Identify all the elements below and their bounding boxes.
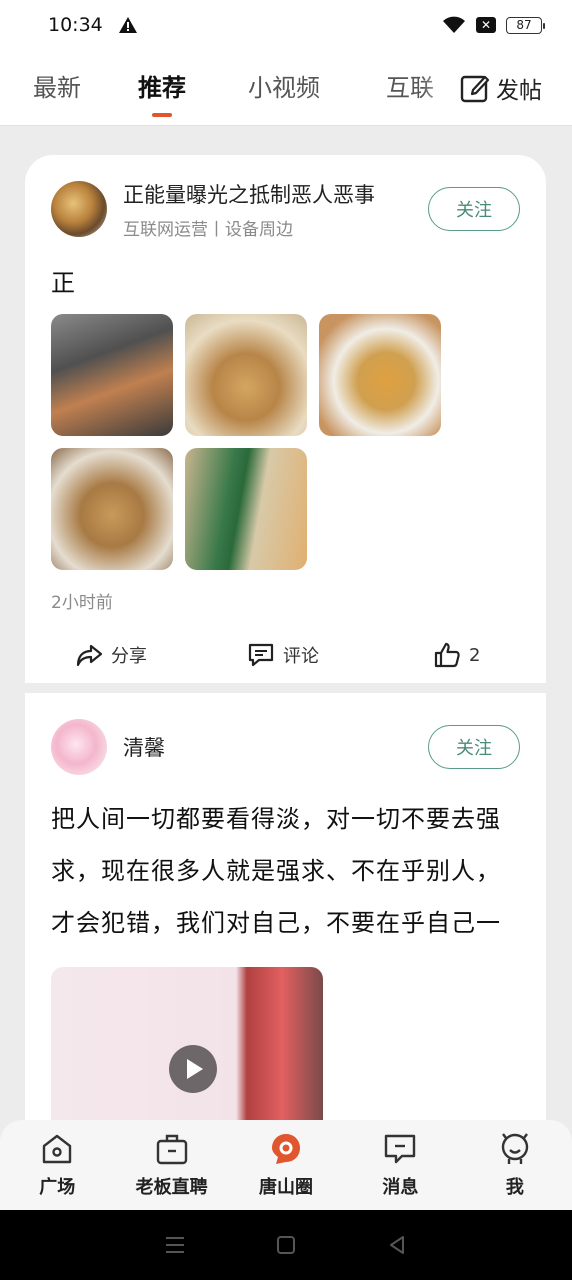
post-card[interactable]: 正能量曝光之抵制恶人恶事 互联网运营丨设备周边 关注 正 2小时前 分享 评论 (25, 155, 546, 683)
comment-button[interactable]: 评论 (247, 641, 319, 669)
play-icon[interactable] (169, 1045, 217, 1093)
like-button[interactable]: 2 (433, 641, 480, 669)
post-button[interactable]: 发帖 (460, 71, 542, 105)
nav-me[interactable]: 我 (458, 1120, 572, 1210)
tab-short-video[interactable]: 小视频 (248, 68, 320, 103)
image-grid (51, 314, 520, 570)
avatar[interactable] (51, 719, 107, 775)
post-image[interactable] (319, 314, 441, 436)
tab-recommended[interactable]: 推荐 (138, 68, 186, 103)
author-name[interactable]: 清馨 (123, 732, 428, 762)
post-actions: 分享 评论 2 (51, 613, 520, 697)
post-image[interactable] (51, 314, 173, 436)
feed: 正能量曝光之抵制恶人恶事 互联网运营丨设备周边 关注 正 2小时前 分享 评论 (25, 155, 546, 1153)
post-image[interactable] (185, 314, 307, 436)
share-button[interactable]: 分享 (75, 641, 147, 669)
nav-label: 唐山圈 (259, 1177, 314, 1198)
nav-tangshan-circle[interactable]: 唐山圈 (229, 1120, 343, 1210)
post-text: 把人间一切都要看得淡，对一切不要去强求，现在很多人就是强求、不在乎别人，才会犯错… (51, 805, 501, 937)
briefcase-icon (156, 1134, 187, 1165)
system-nav-bar (0, 1210, 572, 1280)
warning-icon (118, 17, 137, 33)
nav-label: 消息 (382, 1177, 419, 1198)
author-name[interactable]: 正能量曝光之抵制恶人恶事 (123, 179, 428, 209)
edit-icon (460, 75, 490, 103)
post-image[interactable] (51, 448, 173, 570)
post-card[interactable]: 清馨 关注 把人间一切都要看得淡，对一切不要去强求，现在很多人就是强求、不在乎别… (25, 693, 546, 1153)
back-icon[interactable] (385, 1233, 409, 1257)
circle-location-icon (272, 1134, 301, 1164)
post-image[interactable] (185, 448, 307, 570)
nav-boss-hiring[interactable]: 老板直聘 (114, 1120, 228, 1210)
home-icon (43, 1134, 72, 1164)
nav-label: 广场 (39, 1177, 76, 1198)
author-row: 清馨 关注 (51, 719, 520, 775)
nav-label: 我 (505, 1177, 524, 1198)
wifi-icon (443, 16, 465, 33)
share-label: 分享 (111, 646, 147, 667)
avatar[interactable] (51, 181, 107, 237)
post-time: 2小时前 (51, 593, 113, 613)
thumbs-up-icon (434, 642, 460, 668)
battery-icon: 87 (506, 16, 545, 34)
post-button-area: 发帖 (422, 50, 572, 125)
profile-icon (501, 1133, 529, 1164)
tab-latest[interactable]: 最新 (33, 68, 81, 103)
author-row: 正能量曝光之抵制恶人恶事 互联网运营丨设备周边 关注 (51, 179, 520, 240)
follow-button[interactable]: 关注 (428, 187, 520, 231)
message-icon (385, 1134, 416, 1164)
top-tabs: 最新 推荐 小视频 互联 发帖 (0, 50, 572, 126)
post-text: 正 (51, 269, 75, 297)
share-icon (76, 644, 103, 667)
author-subtitle: 互联网运营丨设备周边 (123, 219, 293, 240)
follow-button[interactable]: 关注 (428, 725, 520, 769)
author-info: 清馨 (123, 732, 428, 762)
menu-icon[interactable] (163, 1233, 187, 1257)
nav-messages[interactable]: 消息 (343, 1120, 457, 1210)
bottom-nav: 广场 老板直聘 唐山圈 消息 我 (0, 1120, 572, 1210)
comment-label: 评论 (283, 646, 319, 667)
nav-square[interactable]: 广场 (0, 1120, 114, 1210)
like-count: 2 (469, 644, 481, 666)
author-info: 正能量曝光之抵制恶人恶事 互联网运营丨设备周边 (123, 179, 428, 240)
no-sim-icon: ✕ (476, 17, 496, 33)
status-bar: 10:34 ✕ 87 (0, 0, 572, 50)
comment-icon (248, 643, 274, 667)
post-button-label: 发帖 (496, 78, 542, 104)
status-time: 10:34 (48, 14, 103, 36)
nav-label: 老板直聘 (135, 1177, 208, 1198)
home-square-icon[interactable] (274, 1233, 298, 1257)
